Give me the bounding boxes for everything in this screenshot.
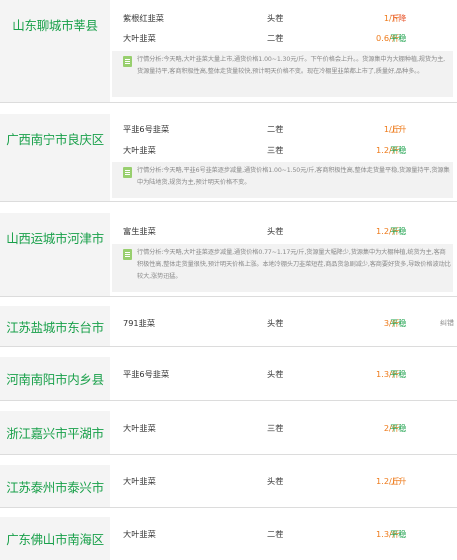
harvest-grade: 三茬 [267,145,284,155]
region-name-link[interactable]: 广西南宁市良庆区 [6,129,104,148]
region-cell: 广西南宁市良庆区 [0,114,110,201]
market-price-list: 山东聊城市莘县 紫根红韭菜 头茬 1/斤 下降 大叶韭菜 二茬 0.6/斤 平稳… [0,0,457,560]
document-icon [123,249,132,260]
variety-name: 791韭菜 [123,318,156,328]
variety-name: 平韭6号韭菜 [123,369,170,379]
region-cell: 浙江嘉兴市平湖市 [0,411,110,454]
market-block: 江苏泰州市泰兴市 大叶韭菜 头茬 1.2/斤 上升 [0,465,457,508]
price-row: 大叶韭菜 二茬 0.6/斤 平稳 [110,26,457,50]
variety-name: 大叶韭菜 [123,145,156,155]
trend-status: 平稳 [390,226,407,236]
region-cell: 山东聊城市莘县 [0,0,110,102]
price-row: 大叶韭菜 头茬 1.2/斤 上升 [110,469,457,493]
region-name-link[interactable]: 江苏盐城市东台市 [6,317,104,336]
region-name-link[interactable]: 山东聊城市莘县 [12,15,98,34]
harvest-grade: 二茬 [267,529,284,539]
region-cell: 山西运城市河津市 [0,213,110,296]
market-block: 河南南阳市内乡县 平韭6号韭菜 头茬 1.3/斤 平稳 [0,357,457,401]
region-name-link[interactable]: 江苏泰州市泰兴市 [6,477,104,496]
price-row: 大叶韭菜 三茬 2/斤 平稳 [110,416,457,440]
market-block: 广东佛山市南海区 大叶韭菜 二茬 1.3/斤 平稳 [0,517,457,560]
document-icon [123,56,132,67]
region-cell: 江苏泰州市泰兴市 [0,465,110,507]
market-block: 浙江嘉兴市平湖市 大叶韭菜 三茬 2/斤 平稳 [0,411,457,455]
region-name-link[interactable]: 山西运城市河津市 [6,228,104,247]
market-analysis-text: 行情分析:今天略,大叶韭菜逐步减量,通货价格0.77~1.17元/斤,货源量大幅… [137,249,451,280]
market-block: 广西南宁市良庆区 平韭6号韭菜 二茬 1/斤 上升 大叶韭菜 三茬 1.2/斤 … [0,114,457,202]
harvest-grade: 头茬 [267,318,284,328]
market-block: 山西运城市河津市 富生韭菜 头茬 1.2/斤 平稳 行情分析:今天略,大叶韭菜逐… [0,213,457,297]
market-block: 山东聊城市莘县 紫根红韭菜 头茬 1/斤 下降 大叶韭菜 二茬 0.6/斤 平稳… [0,0,457,103]
market-block: 江苏盐城市东台市 791韭菜 头茬 3/斤 平稳 纠错 [0,306,457,347]
harvest-grade: 头茬 [267,369,284,379]
variety-name: 富生韭菜 [123,226,156,236]
region-cell: 广东佛山市南海区 [0,517,110,560]
price-row: 大叶韭菜 二茬 1.3/斤 平稳 [110,522,457,546]
report-error-link[interactable]: 纠错 [440,311,454,335]
market-analysis-box: 行情分析:今天略,大叶韭菜大量上市,通货价格1.00~1.30元/斤。下午价格会… [112,51,453,97]
trend-status: 平稳 [390,318,407,328]
trend-status: 上升 [390,476,407,486]
region-cell: 江苏盐城市东台市 [0,306,110,346]
harvest-grade: 头茬 [267,226,284,236]
variety-name: 大叶韭菜 [123,476,156,486]
price-row: 791韭菜 头茬 3/斤 平稳 纠错 [110,311,457,335]
price-row: 平韭6号韭菜 头茬 1.3/斤 平稳 [110,362,457,386]
price-row: 大叶韭菜 三茬 1.2/斤 平稳 [110,138,457,162]
harvest-grade: 二茬 [267,33,284,43]
harvest-grade: 头茬 [267,476,284,486]
harvest-grade: 三茬 [267,423,284,433]
region-name-link[interactable]: 广东佛山市南海区 [6,529,104,548]
region-name-link[interactable]: 浙江嘉兴市平湖市 [6,423,104,442]
variety-name: 大叶韭菜 [123,423,156,433]
trend-status: 平稳 [390,529,407,539]
market-analysis-box: 行情分析:今天略,平韭6号韭菜逐步减量,通货价格1.00~1.50元/斤,客商积… [112,162,453,198]
trend-status: 平稳 [390,33,407,43]
market-analysis-box: 行情分析:今天略,大叶韭菜逐步减量,通货价格0.77~1.17元/斤,货源量大幅… [112,244,453,292]
region-name-link[interactable]: 河南南阳市内乡县 [6,369,104,388]
variety-name: 大叶韭菜 [123,33,156,43]
region-cell: 河南南阳市内乡县 [0,357,110,400]
variety-name: 大叶韭菜 [123,529,156,539]
trend-status: 平稳 [390,423,407,433]
trend-status: 平稳 [390,145,407,155]
trend-status: 平稳 [390,369,407,379]
market-analysis-text: 行情分析:今天略,平韭6号韭菜逐步减量,通货价格1.00~1.50元/斤,客商积… [137,167,450,186]
price-row: 富生韭菜 头茬 1.2/斤 平稳 [110,219,457,243]
document-icon [123,167,132,178]
market-analysis-text: 行情分析:今天略,大叶韭菜大量上市,通货价格1.00~1.30元/斤。下午价格会… [137,56,446,75]
